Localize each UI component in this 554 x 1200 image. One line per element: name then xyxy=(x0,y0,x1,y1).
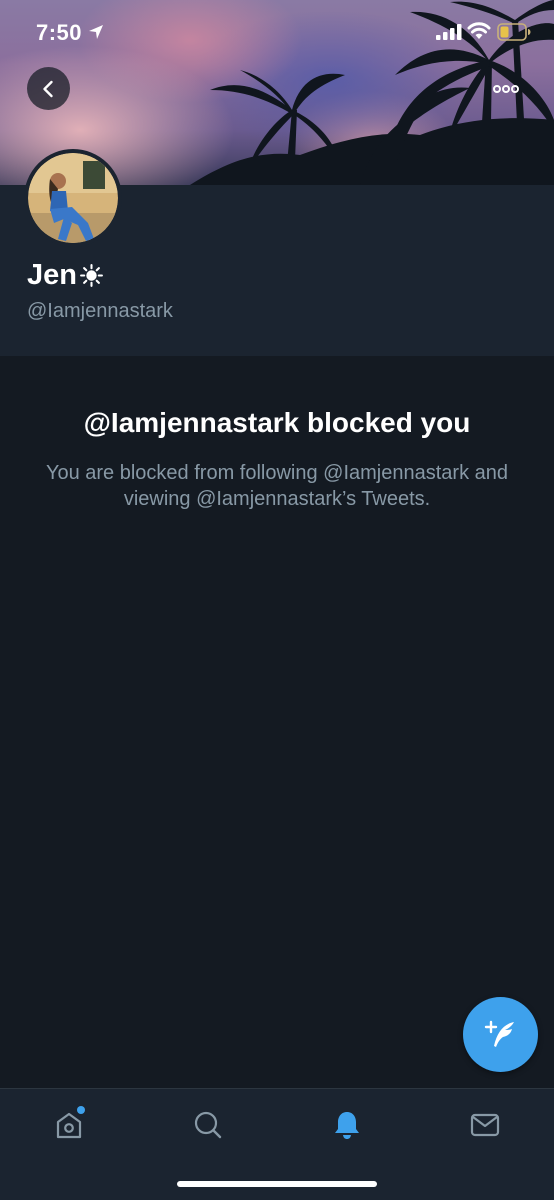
profile-screen: 7:50 Jen @Iamjennastark @Iamjennastark b… xyxy=(0,0,554,1200)
search-icon xyxy=(194,1111,222,1139)
home-notification-dot xyxy=(77,1106,85,1114)
wifi-icon xyxy=(467,22,491,39)
tab-notifications[interactable] xyxy=(327,1105,367,1145)
avatar[interactable] xyxy=(24,149,122,247)
back-button[interactable] xyxy=(27,67,70,110)
tab-home[interactable] xyxy=(49,1105,89,1145)
status-time: 7:50 xyxy=(36,20,83,45)
more-options-icon xyxy=(492,84,519,93)
sun-emoji-icon xyxy=(80,264,103,287)
display-name: Jen xyxy=(27,259,104,292)
cellular-signal-icon xyxy=(436,24,462,40)
notifications-bell-icon xyxy=(335,1112,359,1139)
back-arrow-icon xyxy=(42,80,53,97)
display-name-text: Jen xyxy=(27,259,77,291)
messages-envelope-icon xyxy=(470,1113,500,1137)
tab-search[interactable] xyxy=(188,1105,228,1145)
user-handle: @Iamjennastark xyxy=(27,300,173,322)
location-arrow-icon xyxy=(89,25,103,39)
blocked-title: @Iamjennastark blocked you xyxy=(83,407,471,438)
avatar-image xyxy=(28,153,118,243)
tab-messages[interactable] xyxy=(465,1105,505,1145)
home-indicator[interactable] xyxy=(177,1181,377,1187)
status-bar: 7:50 xyxy=(0,0,554,66)
compose-tweet-button[interactable] xyxy=(463,997,538,1072)
blocked-message: You are blocked from following @Iamjenna… xyxy=(45,462,509,510)
battery-icon xyxy=(497,23,531,41)
compose-tweet-icon xyxy=(484,1020,514,1047)
more-options-button[interactable] xyxy=(484,67,527,110)
